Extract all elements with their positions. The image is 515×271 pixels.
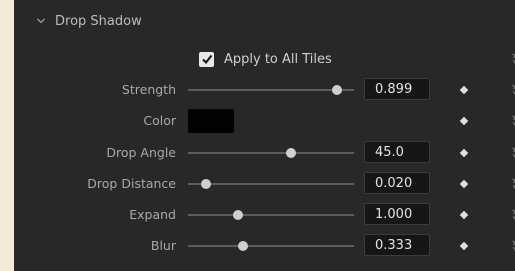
apply-to-all-tiles-label: Apply to All Tiles: [224, 51, 332, 67]
drop-angle-slider-handle[interactable]: [285, 148, 296, 158]
drop-distance-slider-handle[interactable]: [201, 179, 212, 189]
drop-angle-row: Drop Angle 45.0: [14, 141, 515, 165]
reset-icon[interactable]: [511, 208, 515, 222]
keyframe-diamond-icon[interactable]: [459, 116, 469, 126]
drop-distance-slider[interactable]: [188, 179, 354, 189]
expand-row: Expand 1.000: [14, 203, 515, 227]
keyframe-diamond-icon[interactable]: [459, 210, 469, 220]
strength-slider-handle[interactable]: [332, 85, 343, 95]
drop-angle-slider[interactable]: [188, 148, 354, 158]
expand-value-field[interactable]: 1.000: [364, 203, 430, 225]
color-swatch[interactable]: [188, 109, 234, 133]
expand-slider[interactable]: [188, 210, 354, 220]
checkmark-icon: [201, 54, 212, 65]
drop-shadow-section-header[interactable]: Drop Shadow: [36, 10, 142, 32]
strength-row: Strength 0.899: [14, 78, 515, 102]
drop-angle-label: Drop Angle: [106, 145, 176, 160]
keyframe-diamond-icon[interactable]: [459, 148, 469, 158]
blur-slider[interactable]: [188, 241, 354, 251]
strength-slider[interactable]: [188, 85, 354, 95]
reset-icon[interactable]: [511, 239, 515, 253]
reset-icon[interactable]: [511, 146, 515, 160]
expand-slider-handle[interactable]: [232, 210, 243, 220]
chevron-down-icon[interactable]: [36, 16, 46, 26]
keyframe-diamond-icon[interactable]: [459, 85, 469, 95]
color-label: Color: [143, 113, 176, 128]
strength-label: Strength: [121, 82, 176, 97]
section-title: Drop Shadow: [55, 13, 142, 29]
drop-angle-value-field[interactable]: 45.0: [364, 141, 430, 163]
color-row: Color: [14, 109, 515, 133]
strength-value-field[interactable]: 0.899: [364, 78, 430, 100]
inspector-panel: Drop Shadow Apply to All Tiles Strength …: [14, 0, 515, 271]
blur-label: Blur: [150, 238, 176, 253]
blur-value-field[interactable]: 0.333: [364, 234, 430, 256]
blur-row: Blur 0.333: [14, 234, 515, 258]
expand-label: Expand: [129, 207, 176, 222]
reset-icon[interactable]: [511, 52, 515, 66]
reset-icon[interactable]: [511, 114, 515, 128]
apply-to-all-tiles-row: Apply to All Tiles: [199, 48, 332, 70]
apply-to-all-tiles-checkbox[interactable]: [199, 51, 214, 67]
keyframe-diamond-icon[interactable]: [459, 241, 469, 251]
reset-icon[interactable]: [511, 83, 515, 97]
reset-icon[interactable]: [511, 177, 515, 191]
drop-distance-row: Drop Distance 0.020: [14, 172, 515, 196]
drop-distance-value-field[interactable]: 0.020: [364, 172, 430, 194]
drop-distance-label: Drop Distance: [87, 176, 176, 191]
keyframe-diamond-icon[interactable]: [459, 179, 469, 189]
blur-slider-handle[interactable]: [237, 241, 248, 251]
